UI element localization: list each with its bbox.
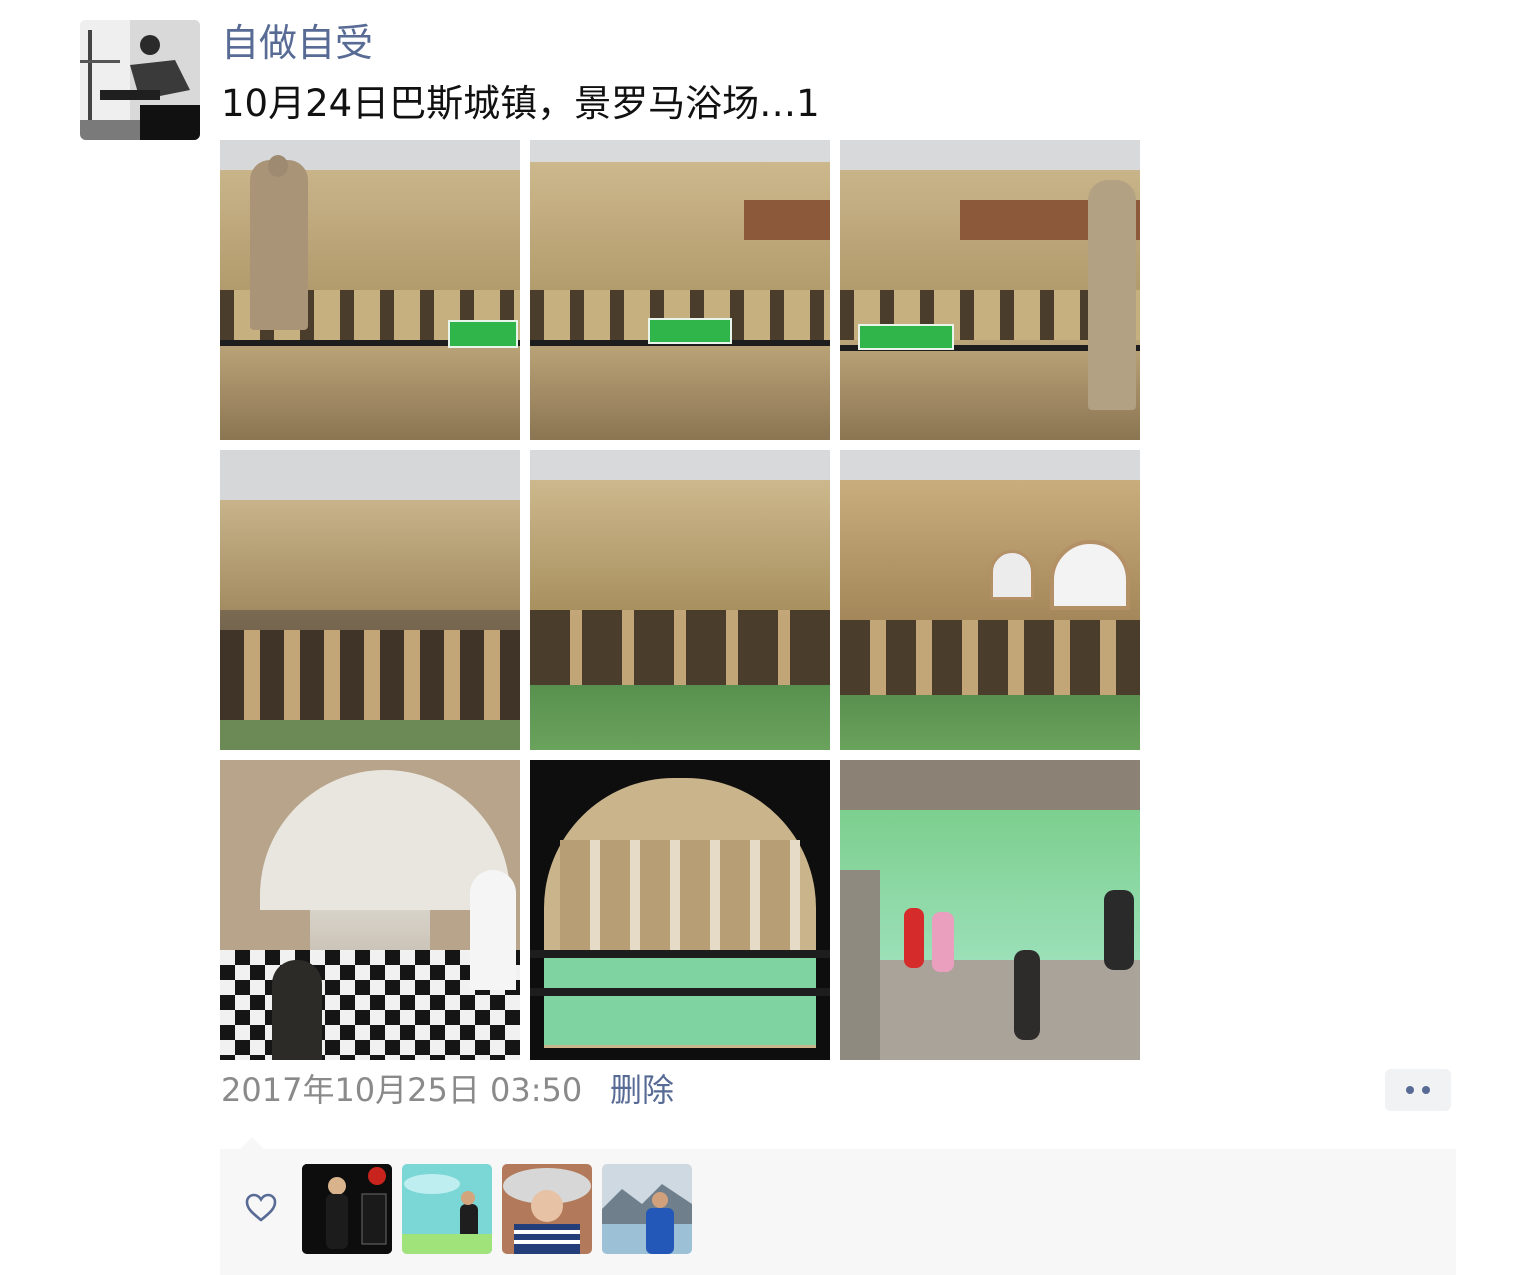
more-dot-icon: [1422, 1086, 1430, 1094]
moments-post: 自做自受 10月24日巴斯城镇，景罗马浴场…1 2017年10月25日 03:5…: [0, 0, 1536, 1275]
likes-panel-pointer: [240, 1137, 264, 1149]
photo-window-view-of-bath[interactable]: [530, 760, 830, 1060]
author-name[interactable]: 自做自受: [221, 20, 373, 66]
liker-avatar-1-image: [302, 1164, 392, 1254]
photo-grid: [220, 140, 1140, 1060]
photo-roman-baths-great-bath[interactable]: [530, 450, 830, 750]
photo-roman-baths-terrace-statue-right[interactable]: [840, 140, 1140, 440]
liker-avatar-1[interactable]: [302, 1164, 392, 1254]
more-dot-icon: [1406, 1086, 1414, 1094]
more-options-button[interactable]: [1385, 1069, 1451, 1111]
liker-avatar-2-image: [402, 1164, 492, 1254]
delete-button[interactable]: 删除: [610, 1068, 674, 1112]
author-avatar-image: [80, 20, 200, 140]
liker-avatar-4[interactable]: [602, 1164, 692, 1254]
liker-avatar-3-image: [502, 1164, 592, 1254]
author-avatar[interactable]: [80, 20, 200, 140]
photo-roman-baths-terrace-statue-left[interactable]: [220, 140, 520, 440]
post-timestamp: 2017年10月25日 03:50: [221, 1071, 583, 1109]
photo-checkered-corridor[interactable]: [220, 760, 520, 1060]
liker-avatar-2[interactable]: [402, 1164, 492, 1254]
heart-icon: [245, 1193, 277, 1222]
liker-avatar-4-image: [602, 1164, 692, 1254]
photo-visitors-at-poolside[interactable]: [840, 760, 1140, 1060]
post-text: 10月24日巴斯城镇，景罗马浴场…1: [221, 82, 820, 125]
photo-roman-baths-arched-windows[interactable]: [840, 450, 1140, 750]
liker-avatar-3[interactable]: [502, 1164, 592, 1254]
photo-roman-baths-terrace-center[interactable]: [530, 140, 830, 440]
photo-roman-baths-colonnade-left[interactable]: [220, 450, 520, 750]
